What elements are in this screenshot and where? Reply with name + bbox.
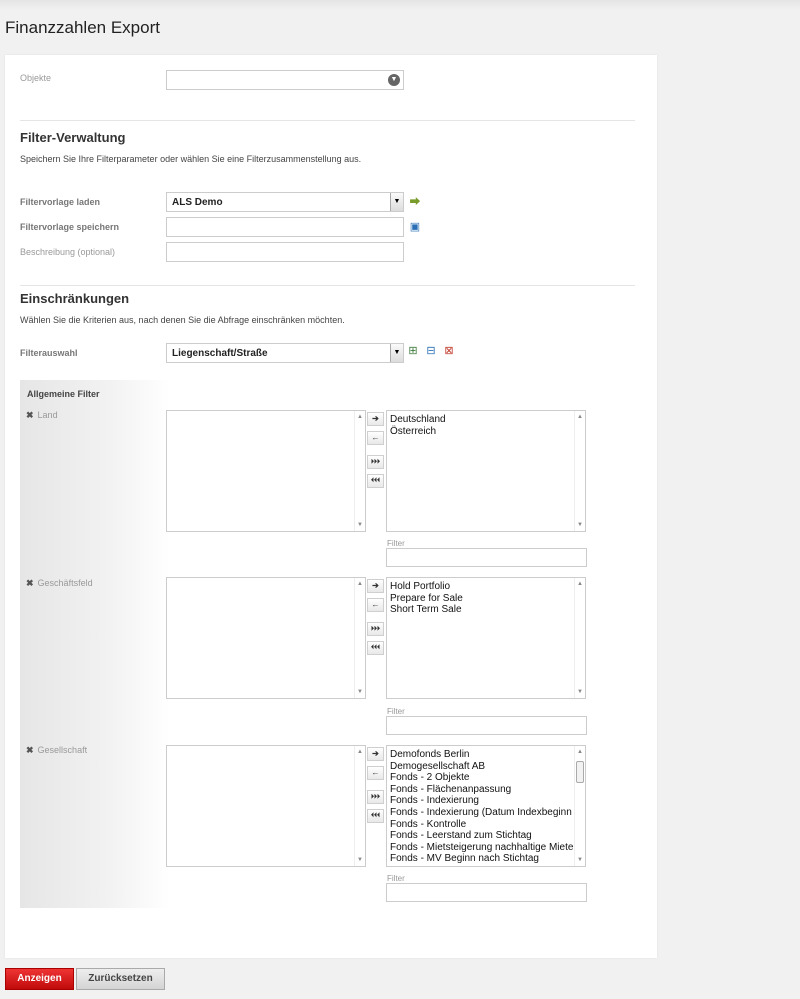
geschaeftsfeld-available-list[interactable]: ▲ ▼ — [166, 577, 366, 699]
filtervorlage-laden-select[interactable]: ALS Demo ▼ — [166, 192, 404, 212]
filter-group-label: ✖ Gesellschaft — [26, 745, 87, 756]
filtervorlage-laden-value: ALS Demo — [172, 197, 223, 208]
scrollbar[interactable]: ▲ ▼ — [354, 746, 365, 866]
save-icon[interactable]: ▣ — [409, 221, 421, 233]
move-left-button[interactable]: ← — [367, 431, 384, 445]
list-item[interactable]: Prepare for Sale — [390, 593, 585, 605]
move-all-left-button[interactable]: ⏴⏴⏴ — [367, 474, 384, 488]
filtervorlage-speichern-label: Filtervorlage speichern — [20, 222, 120, 232]
add-filter-icon[interactable]: ⊞ — [407, 345, 419, 357]
move-right-button[interactable]: ➔ — [367, 579, 384, 593]
remove-x-icon[interactable]: ✖ — [26, 410, 34, 420]
move-left-button[interactable]: ← — [367, 598, 384, 612]
list-item[interactable]: Fonds - Flächenanpassung — [390, 784, 585, 796]
filterauswahl-value: Liegenschaft/Straße — [172, 348, 268, 359]
filterauswahl-label: Filterauswahl — [20, 348, 78, 358]
zuruecksetzen-button[interactable]: Zurücksetzen — [76, 968, 165, 990]
einschraenkungen-title: Einschränkungen — [20, 291, 130, 306]
remove-x-icon[interactable]: ✖ — [26, 745, 34, 755]
divider — [20, 285, 635, 286]
dropdown-arrow-icon[interactable]: ▼ — [390, 193, 403, 211]
list-item[interactable]: Fonds - Leerstand zum Stichtag — [390, 830, 585, 842]
allgemeine-filter-title: Allgemeine Filter — [27, 389, 100, 399]
top-bar — [0, 0, 800, 10]
scroll-down-icon[interactable]: ▼ — [355, 855, 365, 865]
list-item[interactable]: Fonds - Indexierung — [390, 795, 585, 807]
scrollbar[interactable]: ▲ ▼ — [574, 746, 585, 866]
filter-label: Filter — [387, 874, 405, 883]
geschaeftsfeld-selected-list[interactable]: Hold Portfolio Prepare for Sale Short Te… — [386, 577, 586, 699]
filter-label: Filter — [387, 539, 405, 548]
move-all-right-button[interactable]: ⏵⏵⏵ — [367, 455, 384, 469]
list-item[interactable]: Hold Portfolio — [390, 581, 585, 593]
einschraenkungen-description: Wählen Sie die Kriterien aus, nach denen… — [20, 315, 345, 325]
filtervorlage-laden-label: Filtervorlage laden — [20, 197, 101, 207]
scroll-up-icon[interactable]: ▲ — [355, 747, 365, 757]
page-title: Finanzzahlen Export — [5, 18, 160, 37]
filter-verwaltung-title: Filter-Verwaltung — [20, 130, 126, 145]
gesellschaft-available-list[interactable]: ▲ ▼ — [166, 745, 366, 867]
move-all-left-button[interactable]: ⏴⏴⏴ — [367, 641, 384, 655]
gesellschaft-label: Gesellschaft — [37, 745, 88, 755]
scroll-up-icon[interactable]: ▲ — [575, 579, 585, 589]
filter-group-label: ✖ Land — [26, 410, 58, 421]
scroll-down-icon[interactable]: ▼ — [575, 687, 585, 697]
list-item[interactable]: Demofonds Berlin — [390, 749, 585, 761]
list-item[interactable]: Fonds - MV Beginn nach Stichtag — [390, 853, 585, 865]
chevron-down-icon[interactable]: ▼ — [388, 74, 400, 86]
load-template-icon[interactable]: ⮕ — [409, 196, 421, 208]
anzeigen-button[interactable]: Anzeigen — [5, 968, 74, 990]
move-left-button[interactable]: ← — [367, 766, 384, 780]
move-all-left-button[interactable]: ⏴⏴⏴ — [367, 809, 384, 823]
filtervorlage-speichern-input[interactable] — [166, 217, 404, 237]
geschaeftsfeld-filter-input[interactable] — [386, 716, 587, 735]
list-item[interactable]: Österreich — [390, 426, 585, 438]
land-selected-list[interactable]: Deutschland Österreich ▲ ▼ — [386, 410, 586, 532]
divider — [20, 120, 635, 121]
scroll-down-icon[interactable]: ▼ — [355, 687, 365, 697]
add-all-filters-icon[interactable]: ⊟ — [425, 345, 437, 357]
scrollbar-thumb[interactable] — [576, 761, 584, 783]
land-available-list[interactable]: ▲ ▼ — [166, 410, 366, 532]
objekte-label: Objekte — [20, 73, 52, 83]
list-item[interactable]: Fonds - 2 Objekte — [390, 772, 585, 784]
scroll-up-icon[interactable]: ▲ — [575, 747, 585, 757]
scroll-down-icon[interactable]: ▼ — [355, 520, 365, 530]
move-all-right-button[interactable]: ⏵⏵⏵ — [367, 622, 384, 636]
beschreibung-label: Beschreibung (optional) — [20, 247, 116, 257]
move-right-button[interactable]: ➔ — [367, 747, 384, 761]
list-item[interactable]: Fonds - Kontrolle — [390, 819, 585, 831]
filterauswahl-select[interactable]: Liegenschaft/Straße ▼ — [166, 343, 404, 363]
land-label: Land — [37, 410, 58, 420]
gesellschaft-selected-list[interactable]: Demofonds Berlin Demogesellschaft AB Fon… — [386, 745, 586, 867]
scroll-down-icon[interactable]: ▼ — [575, 520, 585, 530]
list-item[interactable]: Deutschland — [390, 414, 585, 426]
filter-group-label: ✖ Geschäftsfeld — [26, 578, 93, 589]
list-item[interactable]: Short Term Sale — [390, 604, 585, 616]
scrollbar[interactable]: ▲ ▼ — [354, 578, 365, 698]
filter-label: Filter — [387, 707, 405, 716]
land-filter-input[interactable] — [386, 548, 587, 567]
scroll-up-icon[interactable]: ▲ — [355, 412, 365, 422]
dropdown-arrow-icon[interactable]: ▼ — [390, 344, 403, 362]
scrollbar[interactable]: ▲ ▼ — [574, 411, 585, 531]
list-item[interactable]: Fonds - Indexierung (Datum Indexbeginn f… — [390, 807, 585, 819]
geschaeftsfeld-label: Geschäftsfeld — [37, 578, 93, 588]
remove-x-icon[interactable]: ✖ — [26, 578, 34, 588]
remove-filters-icon[interactable]: ⊠ — [443, 345, 455, 357]
scrollbar[interactable]: ▲ ▼ — [354, 411, 365, 531]
list-item[interactable]: Fonds - Mietsteigerung nachhaltige Miete — [390, 842, 585, 854]
move-all-right-button[interactable]: ⏵⏵⏵ — [367, 790, 384, 804]
scroll-up-icon[interactable]: ▲ — [355, 579, 365, 589]
objekte-select[interactable]: ▼ — [166, 70, 404, 90]
list-item[interactable]: Demogesellschaft AB — [390, 761, 585, 773]
beschreibung-input[interactable] — [166, 242, 404, 262]
scroll-up-icon[interactable]: ▲ — [575, 412, 585, 422]
move-right-button[interactable]: ➔ — [367, 412, 384, 426]
gesellschaft-filter-input[interactable] — [386, 883, 587, 902]
scroll-down-icon[interactable]: ▼ — [575, 855, 585, 865]
filter-verwaltung-description: Speichern Sie Ihre Filterparameter oder … — [20, 154, 362, 164]
scrollbar[interactable]: ▲ ▼ — [574, 578, 585, 698]
